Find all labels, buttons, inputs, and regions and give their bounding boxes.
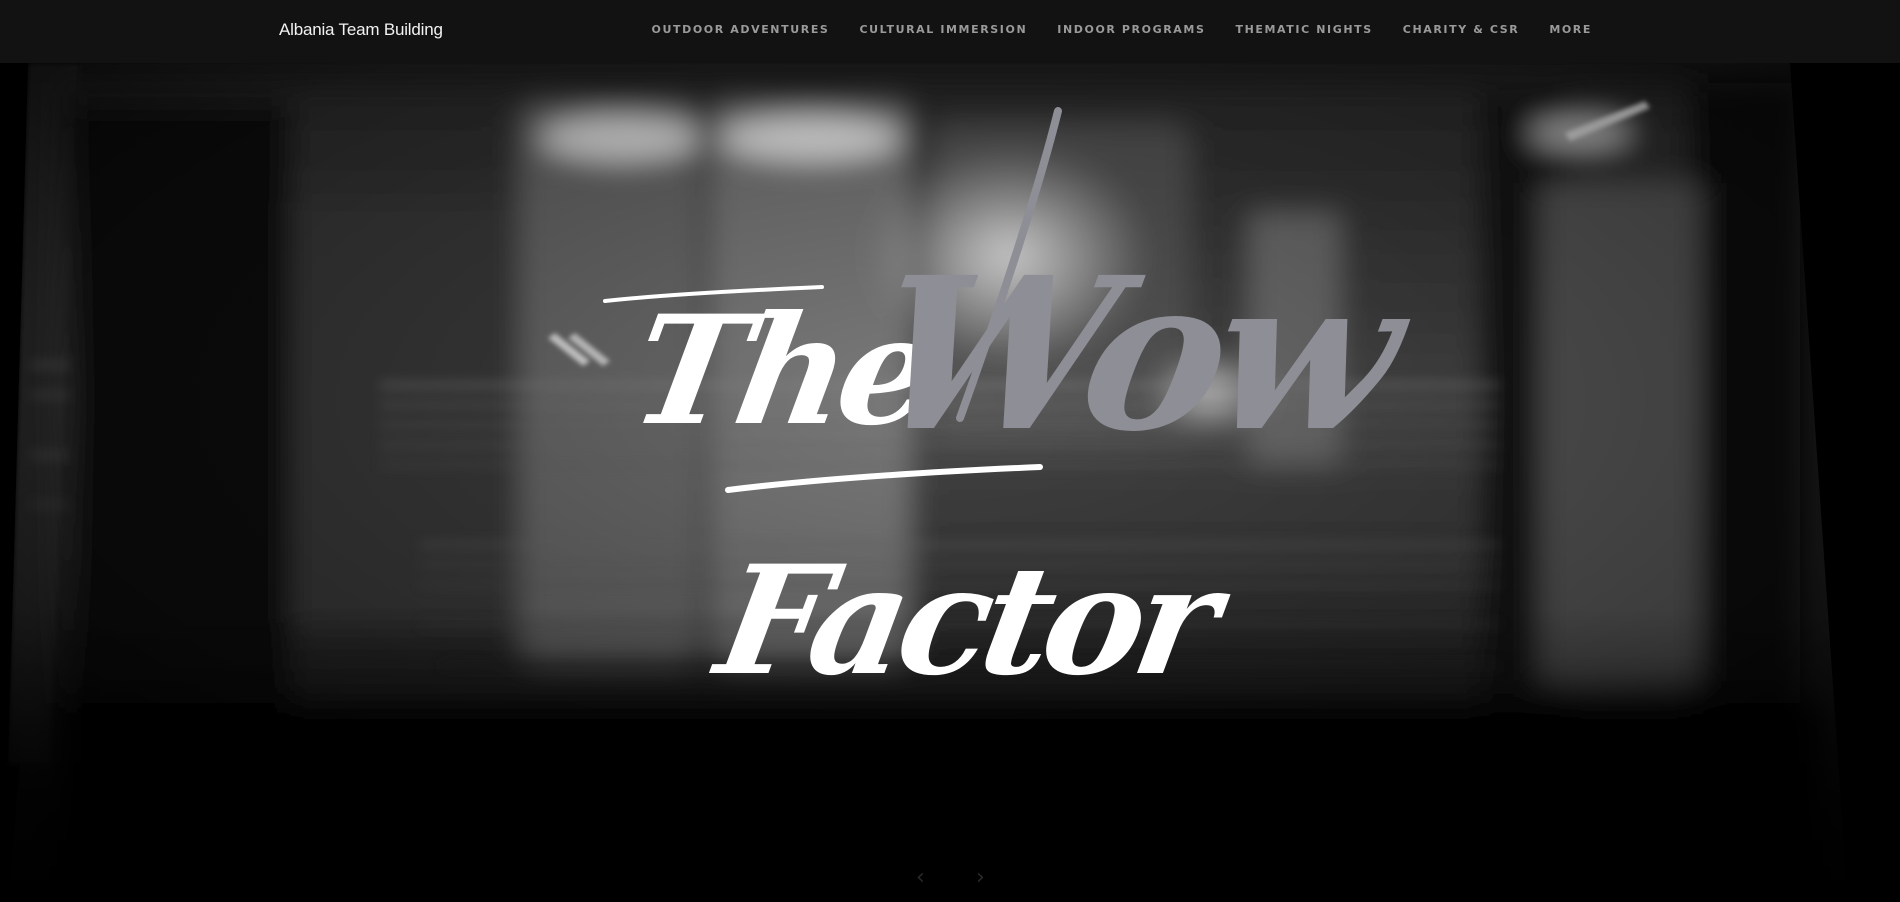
top-navigation-bar: Albania Team Building OUTDOOR ADVENTURES… bbox=[0, 0, 1900, 63]
chevron-right-icon[interactable]: › bbox=[976, 865, 985, 890]
hero-slider: The Wow Factor ‹ › bbox=[0, 63, 1900, 902]
site-brand-link[interactable]: Albania Team Building bbox=[279, 20, 443, 40]
nav-indoor-programs[interactable]: INDOOR PROGRAMS bbox=[1057, 23, 1205, 36]
hero-headline: The Wow Factor bbox=[603, 107, 1427, 709]
headline-word-wow: Wow bbox=[857, 231, 1427, 478]
nav-thematic-nights[interactable]: THEMATIC NIGHTS bbox=[1235, 23, 1372, 36]
nav-cultural-immersion[interactable]: CULTURAL IMMERSION bbox=[859, 23, 1027, 36]
nav-outdoor-adventures[interactable]: OUTDOOR ADVENTURES bbox=[652, 23, 830, 36]
nav-charity-csr[interactable]: CHARITY & CSR bbox=[1403, 23, 1520, 36]
headline-word-factor: Factor bbox=[702, 532, 1242, 709]
main-menu: OUTDOOR ADVENTURES CULTURAL IMMERSION IN… bbox=[622, 23, 1592, 36]
nav-more[interactable]: MORE bbox=[1549, 23, 1592, 36]
chevron-left-icon[interactable]: ‹ bbox=[916, 865, 925, 890]
